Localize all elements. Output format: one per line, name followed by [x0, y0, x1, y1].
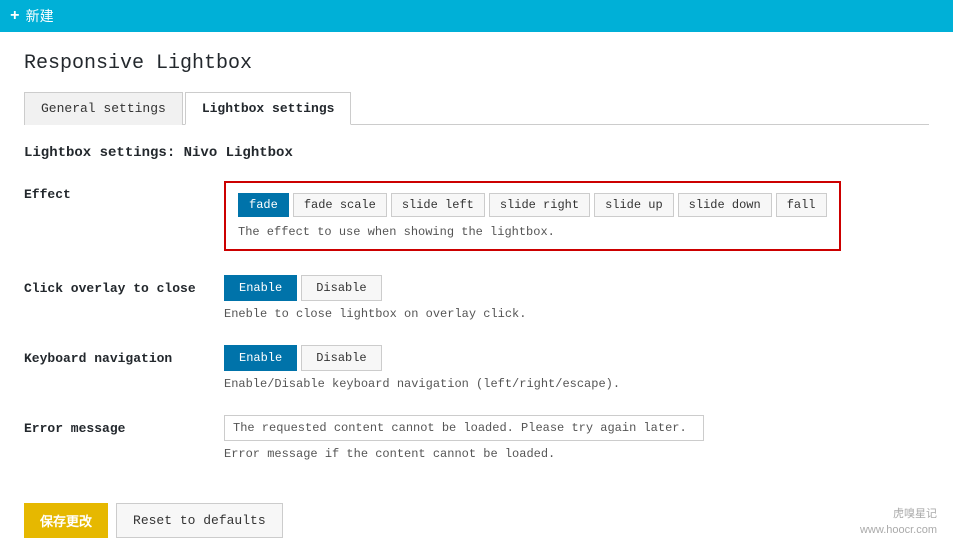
page-title: Responsive Lightbox: [24, 52, 929, 75]
overlay-close-disable[interactable]: Disable: [301, 275, 381, 301]
tabs-container: General settings Lightbox settings: [24, 91, 929, 125]
error-message-row: Error message Error message if the conte…: [24, 415, 929, 461]
overlay-close-toggle: Enable Disable: [224, 275, 929, 301]
keyboard-nav-control: Enable Disable Enable/Disable keyboard n…: [224, 345, 929, 391]
watermark-line2: www.hoocr.com: [860, 523, 937, 538]
error-message-control: Error message if the content cannot be l…: [224, 415, 929, 461]
new-label: 新建: [26, 6, 54, 26]
reset-button[interactable]: Reset to defaults: [116, 503, 283, 538]
overlay-close-label: Click overlay to close: [24, 275, 224, 296]
save-button[interactable]: 保存更改: [24, 503, 108, 538]
watermark-line1: 虎嗅星记: [860, 507, 937, 522]
effect-row: Effect fade fade scale slide left slide …: [24, 181, 929, 251]
top-bar: + 新建: [0, 0, 953, 32]
effect-btn-slide-down[interactable]: slide down: [678, 193, 772, 217]
keyboard-nav-row: Keyboard navigation Enable Disable Enabl…: [24, 345, 929, 391]
watermark: 虎嗅星记 www.hoocr.com: [860, 507, 937, 538]
effect-buttons: fade fade scale slide left slide right s…: [238, 193, 827, 217]
footer-buttons: 保存更改 Reset to defaults: [24, 503, 283, 538]
effect-box: fade fade scale slide left slide right s…: [224, 181, 841, 251]
effect-btn-fall[interactable]: fall: [776, 193, 827, 217]
effect-btn-fade-scale[interactable]: fade scale: [293, 193, 387, 217]
error-message-input[interactable]: [224, 415, 704, 441]
overlay-close-control: Enable Disable Eneble to close lightbox …: [224, 275, 929, 321]
overlay-close-row: Click overlay to close Enable Disable En…: [24, 275, 929, 321]
keyboard-nav-toggle: Enable Disable: [224, 345, 929, 371]
keyboard-nav-disable[interactable]: Disable: [301, 345, 381, 371]
effect-hint: The effect to use when showing the light…: [238, 225, 827, 239]
plus-icon: +: [10, 7, 20, 25]
effect-btn-slide-left[interactable]: slide left: [391, 193, 485, 217]
effect-btn-fade[interactable]: fade: [238, 193, 289, 217]
effect-btn-slide-up[interactable]: slide up: [594, 193, 674, 217]
effect-btn-slide-right[interactable]: slide right: [489, 193, 590, 217]
effect-control: fade fade scale slide left slide right s…: [224, 181, 929, 251]
error-message-hint: Error message if the content cannot be l…: [224, 447, 929, 461]
section-heading: Lightbox settings: Nivo Lightbox: [24, 145, 929, 161]
tab-general[interactable]: General settings: [24, 92, 183, 125]
tab-lightbox[interactable]: Lightbox settings: [185, 92, 352, 125]
keyboard-nav-hint: Enable/Disable keyboard navigation (left…: [224, 377, 929, 391]
keyboard-nav-enable[interactable]: Enable: [224, 345, 297, 371]
overlay-close-hint: Eneble to close lightbox on overlay clic…: [224, 307, 929, 321]
main-content: Responsive Lightbox General settings Lig…: [0, 32, 953, 558]
error-message-label: Error message: [24, 415, 224, 436]
overlay-close-enable[interactable]: Enable: [224, 275, 297, 301]
keyboard-nav-label: Keyboard navigation: [24, 345, 224, 366]
effect-label: Effect: [24, 181, 224, 202]
